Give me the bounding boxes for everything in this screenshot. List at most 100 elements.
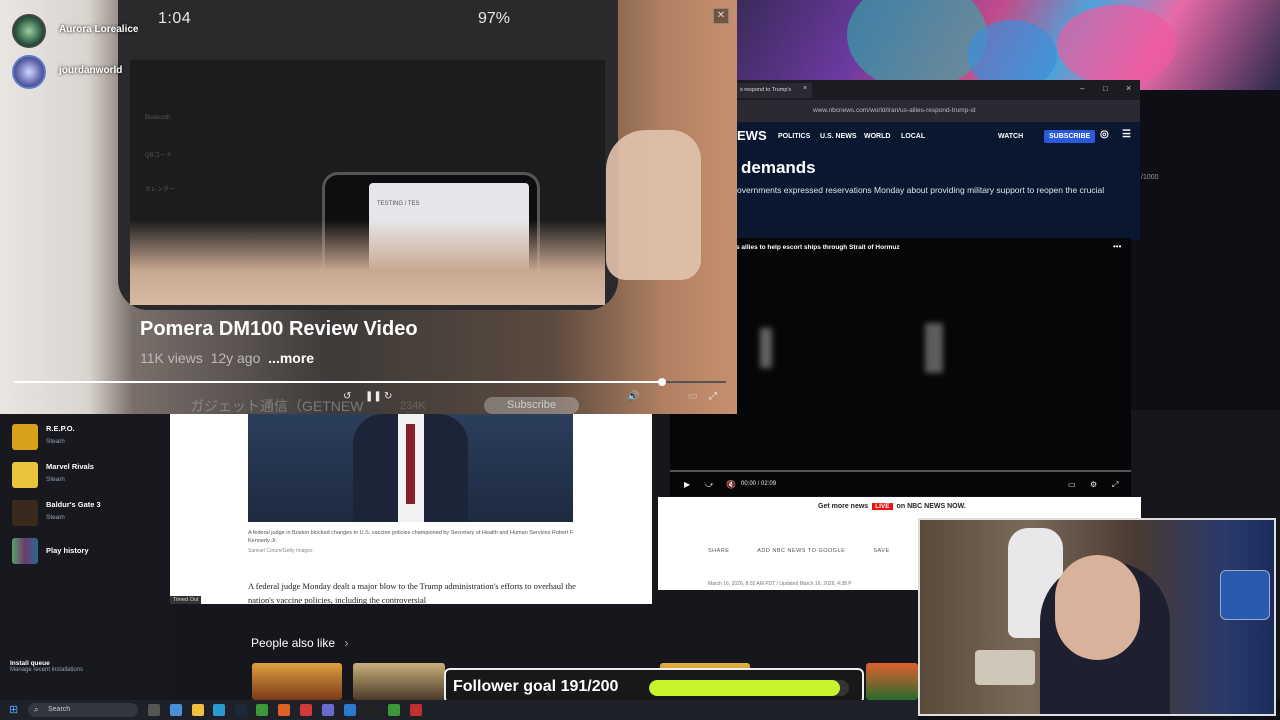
game-launcher-sidebar: R.E.P.O. Steam Marvel Rivals Steam Baldu… <box>0 414 170 700</box>
window-close-icon[interactable]: × <box>1126 83 1131 93</box>
subscribe-button[interactable]: SUBSCRIBE <box>1044 130 1096 143</box>
phone-menu-item: カレンダー <box>145 187 176 193</box>
tab-bar: s respond to Trump's × – □ × <box>737 80 1140 100</box>
poster <box>1220 570 1270 620</box>
upload-age: 12y ago <box>210 350 261 366</box>
maximize-icon[interactable]: □ <box>1103 84 1108 93</box>
task-view-icon[interactable] <box>148 704 160 716</box>
terminal-icon[interactable] <box>366 704 378 716</box>
video-title: s allies to help escort ships through St… <box>736 244 900 251</box>
game-name: Marvel Rivals <box>46 462 94 471</box>
settings-gear-icon[interactable]: ⚙ <box>1090 480 1097 489</box>
skip-icon[interactable]: ⤻ <box>705 480 714 490</box>
xbox-icon[interactable] <box>388 704 400 716</box>
article-photo <box>248 414 573 522</box>
browser-tab[interactable]: s respond to Trump's <box>737 83 812 98</box>
game-card[interactable] <box>353 663 445 700</box>
live-badge: LIVE <box>872 503 893 510</box>
minimize-icon[interactable]: – <box>1080 84 1084 93</box>
play-history-link[interactable]: Play history <box>8 534 168 568</box>
background-artwork <box>737 0 1280 90</box>
chat-user: Aurora Lorealice <box>12 14 162 48</box>
nbc-news-now-promo[interactable]: Get more news LIVE on NBC NEWS NOW. <box>818 503 966 510</box>
miniplayer-icon[interactable]: ▭ <box>688 391 697 402</box>
expand-icon[interactable]: ⤢ <box>709 391 717 402</box>
library-item-repo[interactable]: R.E.P.O. Steam <box>8 420 168 454</box>
play-icon[interactable]: ▶ <box>684 480 690 489</box>
promo-text: Get more news <box>818 503 869 510</box>
fullscreen-icon[interactable]: ⤢ <box>1112 480 1118 490</box>
menu-icon[interactable]: ☰ <box>1122 129 1131 140</box>
search-icon: ⌕ <box>34 705 39 714</box>
game-card[interactable] <box>866 663 918 700</box>
video-time: 00:00 / 02:09 <box>741 481 777 487</box>
install-queue-link[interactable]: Install queue Manage recent installation… <box>10 660 83 673</box>
pause-icon[interactable]: ❚❚ <box>365 391 382 402</box>
article-dek: overnments expressed reservations Monday… <box>737 185 1105 195</box>
file-explorer-icon[interactable] <box>192 704 204 716</box>
install-queue-subtitle: Manage recent installations <box>10 667 84 673</box>
nav-politics[interactable]: POLITICS <box>778 133 810 140</box>
avatar <box>12 55 46 89</box>
video-timecode: 7:33 / 8:18 <box>15 394 49 401</box>
mute-icon[interactable]: 🔇 <box>726 480 736 489</box>
xbox-icon[interactable] <box>256 704 268 716</box>
edge-icon[interactable] <box>213 704 225 716</box>
rewind-icon[interactable]: ↺ <box>343 391 351 402</box>
marvel-rivals-icon <box>12 462 38 488</box>
windows-start-icon[interactable]: ⊞ <box>9 703 18 716</box>
nbc-logo[interactable]: EWS <box>737 128 767 143</box>
video-progress[interactable] <box>670 470 1131 472</box>
app-icon[interactable] <box>170 704 182 716</box>
taskbar: ⊞ ⌕ Search <box>0 700 918 720</box>
more-link[interactable]: ...more <box>268 350 314 366</box>
share-button[interactable]: SHARE <box>708 548 729 554</box>
app-icon[interactable] <box>344 704 356 716</box>
repo-icon <box>12 424 38 450</box>
chat-username: Aurora Lorealice <box>59 24 139 35</box>
video-meta: 11K views 12y ago ...more <box>140 350 314 366</box>
phone-screen: Bluetooth QRコード カレンダー TESTING / TES <box>130 60 605 305</box>
avatar <box>12 14 46 48</box>
steam-icon[interactable] <box>235 704 247 716</box>
game-card[interactable] <box>252 663 342 700</box>
phone-status-battery: 97% <box>478 10 511 27</box>
captions-icon[interactable]: ▭ <box>1068 480 1076 489</box>
library-item-baldurs-gate-3[interactable]: Baldur's Gate 3 Steam <box>8 496 168 530</box>
phone-status-time: 1:04 <box>158 10 192 27</box>
nav-local[interactable]: LOCAL <box>901 133 925 140</box>
chat-username: jourdanworld <box>59 65 123 76</box>
miniplayer-close-icon[interactable]: ✕ <box>713 8 729 24</box>
volume-icon[interactable]: 🔊 <box>627 391 639 402</box>
photo-credit: Samuel Corum/Getty Images <box>248 548 313 554</box>
app-icon[interactable] <box>410 704 422 716</box>
more-options-icon[interactable]: ••• <box>1113 242 1121 251</box>
people-also-like-header[interactable]: People also like › <box>251 636 348 650</box>
forward-icon[interactable]: ↻ <box>384 391 392 402</box>
taskbar-search[interactable]: ⌕ Search <box>28 703 138 717</box>
license-plate <box>975 650 1035 685</box>
tab-close-icon[interactable]: × <box>803 85 807 92</box>
library-item-marvel-rivals[interactable]: Marvel Rivals Steam <box>8 458 168 492</box>
watch-button[interactable]: WATCH <box>998 133 1023 140</box>
video-progress-bar[interactable] <box>14 381 726 383</box>
app-icon[interactable] <box>322 704 334 716</box>
app-icon[interactable] <box>300 704 312 716</box>
firefox-icon[interactable] <box>278 704 290 716</box>
add-to-google-button[interactable]: ADD NBC NEWS TO GOOGLE <box>757 548 845 554</box>
subscribe-button[interactable]: Subscribe <box>484 397 579 414</box>
address-bar[interactable]: www.nbcnews.com/world/iran/us-allies-res… <box>813 107 976 114</box>
nav-us-news[interactable]: U.S. NEWS <box>820 133 857 140</box>
people-also-like-label: People also like <box>251 636 336 650</box>
promo-brand: NBC NEWS NOW. <box>907 503 966 510</box>
baldurs-gate-icon <box>12 500 38 526</box>
nav-world[interactable]: WORLD <box>864 133 890 140</box>
nbc-video-player[interactable]: s allies to help escort ships through St… <box>670 238 1131 496</box>
follower-goal-widget: Follower goal 191/200 <box>444 668 864 704</box>
phone-menu-item: Bluetooth <box>145 115 171 121</box>
progress-scrubber[interactable] <box>657 378 666 386</box>
follower-goal-bar <box>649 680 849 696</box>
install-queue-title: Install queue <box>10 660 50 667</box>
account-icon[interactable]: ◎ <box>1100 129 1109 140</box>
save-button[interactable]: SAVE <box>873 548 889 554</box>
